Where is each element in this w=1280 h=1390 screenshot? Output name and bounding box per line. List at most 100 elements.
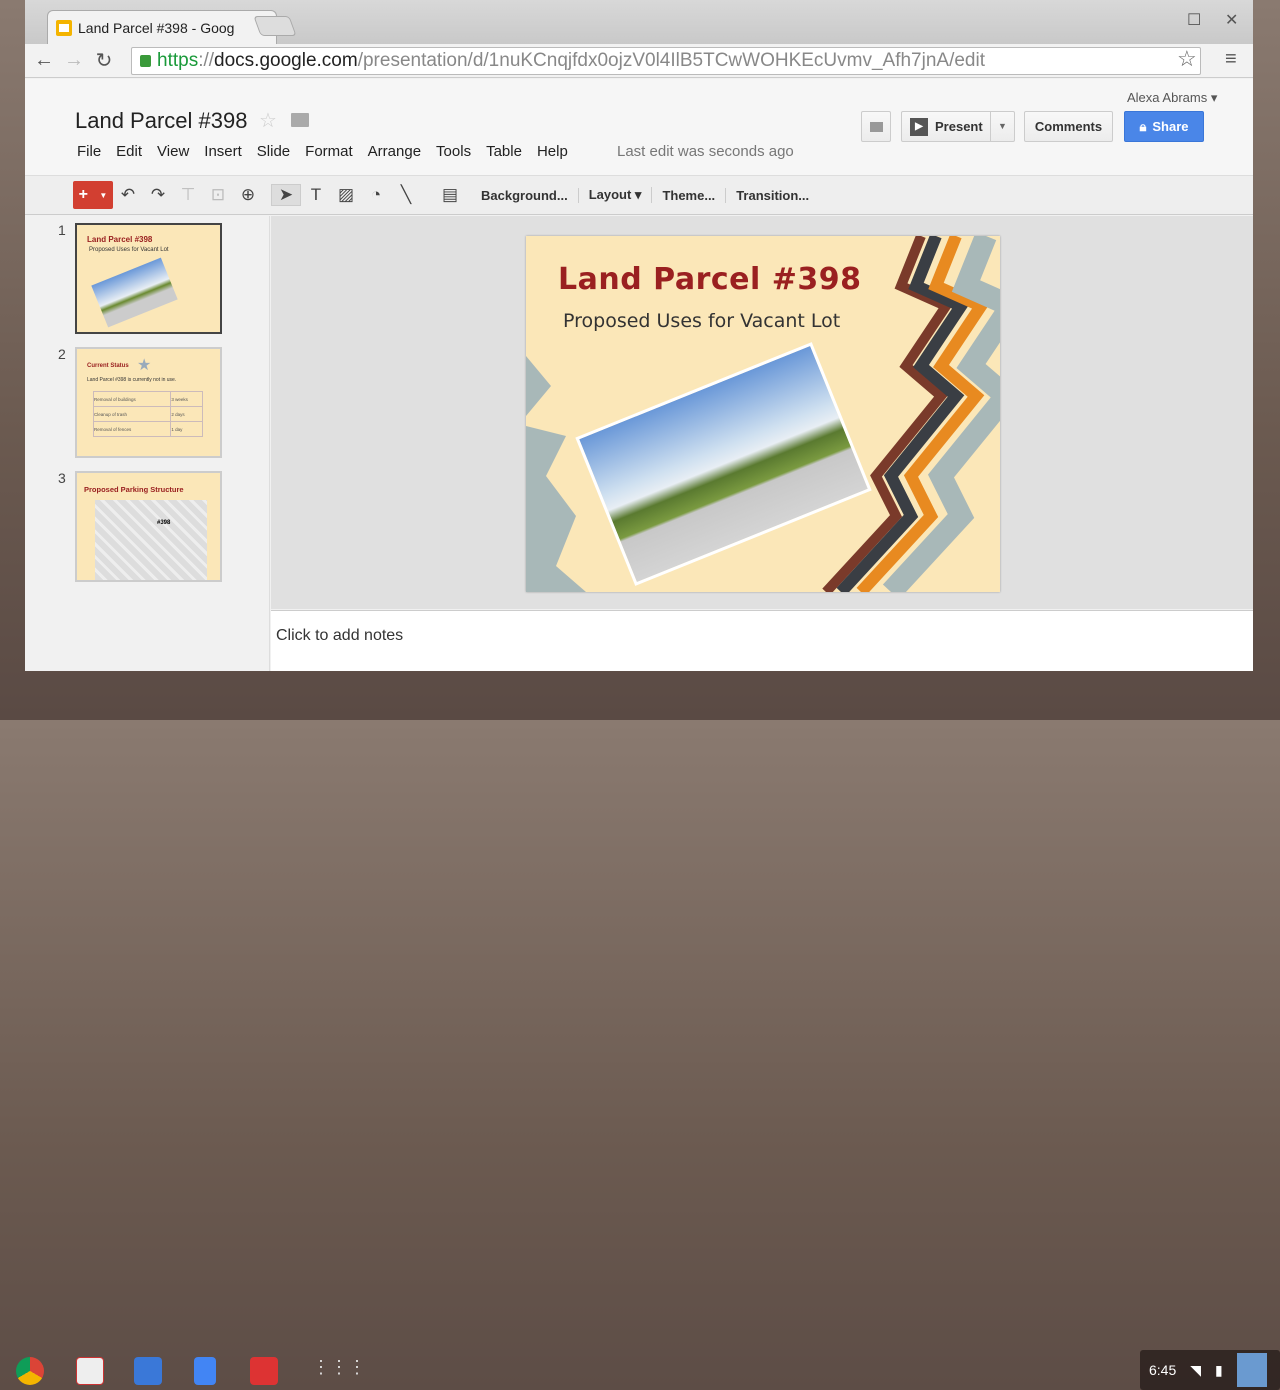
layout-button[interactable]: Layout ▾ xyxy=(579,187,653,203)
cell: 1 day xyxy=(170,421,203,437)
app-launcher-icon[interactable]: ⋮⋮⋮ xyxy=(312,1357,366,1385)
new-tab-button[interactable] xyxy=(253,16,297,36)
google-search-app-icon[interactable] xyxy=(134,1357,162,1385)
navigation-bar: ← → ↻ https://docs.google.com/presentati… xyxy=(25,44,1253,78)
reload-icon[interactable]: ↻ xyxy=(89,48,119,73)
slides-favicon-icon xyxy=(56,19,72,36)
account-menu[interactable]: Alexa Abrams ▾ xyxy=(1127,90,1217,106)
chrome-menu-icon[interactable]: ≡ xyxy=(1225,48,1237,71)
textbox-icon[interactable]: T xyxy=(301,185,331,205)
slide-editor[interactable]: Land Parcel #398 Proposed Uses for Vacan… xyxy=(526,236,1000,592)
back-icon[interactable]: ← xyxy=(29,49,59,72)
zigzag-left-lower xyxy=(526,426,586,592)
menu-table[interactable]: Table xyxy=(486,143,522,160)
browser-window: Land Parcel #398 - Goog × ☐ ✕ ← → ↻ http… xyxy=(25,0,1253,671)
toolbar: + ▼ ↶ ↷ ⊤ ⊡ ⊕ ➤ T ▨ ◔ ╲ ▤ Background... L… xyxy=(25,175,1253,215)
url-path: /presentation/d/1nuKCnqjfdx0ojzV0l4IlB5T… xyxy=(357,50,985,71)
comments-button[interactable]: Comments xyxy=(1024,111,1113,142)
slide-number: 1 xyxy=(58,222,66,238)
shape-icon[interactable]: ◔ xyxy=(361,185,391,205)
transition-button[interactable]: Transition... xyxy=(726,188,819,203)
slide-title[interactable]: Land Parcel #398 xyxy=(558,262,861,297)
new-label: + xyxy=(78,186,89,203)
slide-number: 2 xyxy=(58,346,66,362)
menu-insert[interactable]: Insert xyxy=(204,143,242,160)
fit-icon[interactable]: ⊡ xyxy=(203,185,233,205)
tab-strip: Land Parcel #398 - Goog × ☐ ✕ xyxy=(25,0,1253,44)
chrome-app-icon[interactable] xyxy=(16,1357,44,1385)
bookmark-star-icon[interactable]: ☆ xyxy=(1177,46,1197,72)
cell: 2 days xyxy=(170,406,203,422)
close-window-icon[interactable]: ✕ xyxy=(1225,10,1238,30)
play-icon: ▶ xyxy=(910,117,928,136)
url-host: docs.google.com xyxy=(214,50,358,71)
cell: 3 weeks xyxy=(170,391,203,407)
zigzag-left xyxy=(526,356,551,416)
theme-button[interactable]: Theme... xyxy=(652,187,727,203)
menu-help[interactable]: Help xyxy=(537,143,568,160)
thumb-table: Removal of buildings 3 weeks Cleanup of t… xyxy=(92,391,203,437)
cell: Cleanup of trash xyxy=(92,406,172,422)
menu-arrange[interactable]: Arrange xyxy=(368,143,421,160)
new-slide-button[interactable]: + ▼ xyxy=(73,181,113,209)
undo-icon[interactable]: ↶ xyxy=(113,185,143,205)
comment-history-button[interactable] xyxy=(861,111,891,142)
menu-tools[interactable]: Tools xyxy=(436,143,471,160)
star-icon[interactable]: ☆ xyxy=(259,108,277,133)
lock-icon: 🔒︎ xyxy=(1139,118,1147,134)
status-tray[interactable]: 6:45 ◥ ▮ xyxy=(1140,1350,1280,1390)
document-title[interactable]: Land Parcel #398 xyxy=(75,108,247,134)
folder-icon[interactable] xyxy=(291,113,309,127)
gmail-app-icon[interactable] xyxy=(76,1357,104,1385)
zoom-icon[interactable]: ⊕ xyxy=(233,185,263,205)
lock-icon xyxy=(140,55,151,67)
present-button[interactable]: ▶ Present ▼ xyxy=(901,111,1015,142)
menu-slide[interactable]: Slide xyxy=(257,143,290,160)
comment-icon xyxy=(869,121,883,132)
menu-view[interactable]: View xyxy=(157,143,189,160)
share-label: Share xyxy=(1152,119,1189,134)
share-button[interactable]: 🔒︎ Share xyxy=(1124,111,1204,142)
present-label: Present xyxy=(935,119,983,134)
paint-format-icon[interactable]: ⊤ xyxy=(173,185,203,205)
browser-tab[interactable]: Land Parcel #398 - Goog × xyxy=(47,10,277,44)
thumb-subtitle: Proposed Uses for Vacant Lot xyxy=(89,247,169,253)
battery-icon: ▮ xyxy=(1215,1361,1223,1378)
maximize-icon[interactable]: ☐ xyxy=(1187,10,1201,30)
thumb-body: Land Parcel #398 is currently not in use… xyxy=(87,377,177,383)
cell: Removal of buildings xyxy=(92,391,172,407)
select-icon[interactable]: ➤ xyxy=(271,184,301,206)
slide-filmstrip: 1 Land Parcel #398 Proposed Uses for Vac… xyxy=(25,216,270,671)
last-edit-status[interactable]: Last edit was seconds ago xyxy=(617,143,794,160)
speaker-notes[interactable]: Click to add notes xyxy=(271,610,1253,671)
url-scheme: https xyxy=(157,50,199,71)
menu-bar: File Edit View Insert Slide Format Arran… xyxy=(77,143,583,160)
redo-icon[interactable]: ↷ xyxy=(143,185,173,205)
menu-edit[interactable]: Edit xyxy=(116,143,142,160)
thumb-photo xyxy=(91,257,178,328)
clock: 6:45 xyxy=(1149,1362,1177,1378)
slide-thumbnail-1[interactable]: Land Parcel #398 Proposed Uses for Vacan… xyxy=(75,223,222,334)
address-bar[interactable]: https://docs.google.com/presentation/d/1… xyxy=(131,47,1201,75)
comment-insert-icon[interactable]: ▤ xyxy=(435,185,465,205)
youtube-app-icon[interactable] xyxy=(250,1357,278,1385)
slide-canvas: Land Parcel #398 Proposed Uses for Vacan… xyxy=(271,216,1253,620)
thumb-map: #398 xyxy=(95,500,207,580)
forward-icon[interactable]: → xyxy=(59,49,89,72)
cell: Removal of fences xyxy=(92,421,172,437)
background-button[interactable]: Background... xyxy=(471,187,579,203)
menu-format[interactable]: Format xyxy=(305,143,353,160)
slide-thumbnail-2[interactable]: Current Status ★ Land Parcel #398 is cur… xyxy=(75,347,222,458)
slide-number: 3 xyxy=(58,470,66,486)
slide-thumbnail-3[interactable]: Proposed Parking Structure #398 xyxy=(75,471,222,582)
thumb-title: Proposed Parking Structure xyxy=(84,485,184,494)
thumb-title: Land Parcel #398 xyxy=(87,235,153,244)
line-icon[interactable]: ╲ xyxy=(391,185,421,205)
new-dropdown-icon[interactable]: ▼ xyxy=(99,191,107,200)
slide-subtitle[interactable]: Proposed Uses for Vacant Lot xyxy=(563,310,840,332)
tab-title: Land Parcel #398 - Goog xyxy=(78,19,235,36)
image-icon[interactable]: ▨ xyxy=(331,185,361,205)
present-dropdown-icon[interactable]: ▼ xyxy=(990,112,1014,141)
menu-file[interactable]: File xyxy=(77,143,101,160)
docs-app-icon[interactable] xyxy=(194,1357,216,1385)
